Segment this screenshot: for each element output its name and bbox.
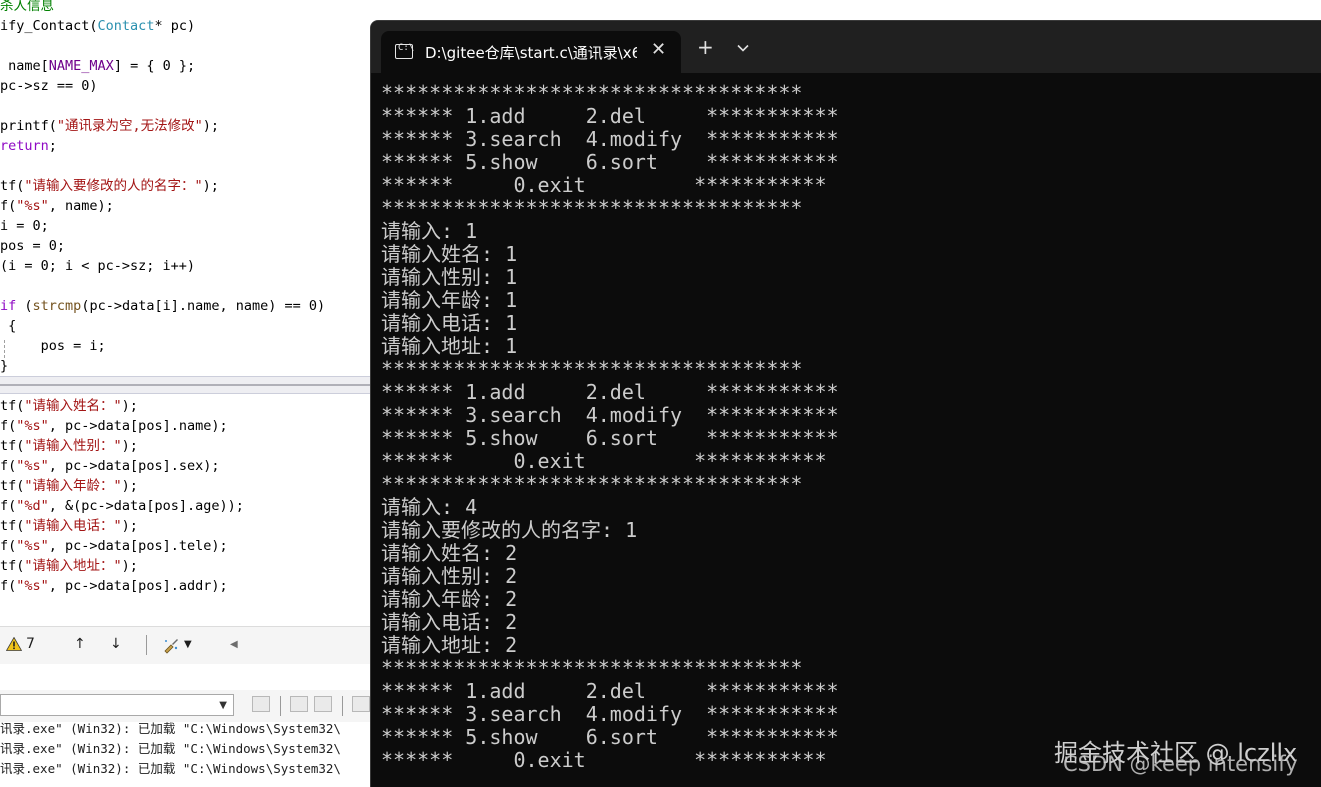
code-line: (i = 0; i < pc->sz; i++) <box>0 258 196 274</box>
terminal-line: ****** 5.show 6.sort *********** <box>381 150 839 174</box>
editor-status-strip: 7 ↑ ↓ ▼ ◀ <box>0 626 372 664</box>
terminal-line: ****** 3.search 4.modify *********** <box>381 127 839 151</box>
chevron-down-icon[interactable]: ▼ <box>184 639 192 650</box>
output-line: 讯录.exe" (Win32): 已加载 "C:\Windows\System3… <box>0 761 341 776</box>
code-line: printf("通讯录为空,无法修改"); <box>0 118 220 134</box>
terminal-line: ****** 3.search 4.modify *********** <box>381 403 839 427</box>
code-line: pc->sz == 0) <box>0 78 98 94</box>
code-cleanup-icon[interactable] <box>162 636 180 654</box>
chevron-down-icon[interactable] <box>737 41 749 55</box>
code-line: f("%s", pc->data[pos].sex); <box>0 458 220 474</box>
tab-title: D:\gitee仓库\start.c\通讯录\x6 <box>425 44 637 62</box>
previous-issue-button[interactable]: ↑ <box>74 636 86 652</box>
code-line: pos = i; <box>0 338 106 354</box>
terminal-line: 请输入年龄: 1 <box>381 288 518 312</box>
output-source-select[interactable]: ▼ <box>0 694 234 716</box>
code-line: tf("请输入性别："); <box>0 438 138 454</box>
code-line: f("%s", name); <box>0 198 114 214</box>
editor-split-bar[interactable] <box>0 376 372 394</box>
chevron-down-icon: ▼ <box>219 700 227 711</box>
terminal-line: ****** 5.show 6.sort *********** <box>381 725 839 749</box>
code-line: return; <box>0 138 57 154</box>
terminal-tab[interactable]: C:\ D:\gitee仓库\start.c\通讯录\x6 ✕ <box>381 31 681 73</box>
terminal-line: ****** 1.add 2.del *********** <box>381 380 839 404</box>
terminal-line: 请输入地址: 2 <box>381 633 518 657</box>
code-line: f("%s", pc->data[pos].tele); <box>0 538 228 554</box>
watermark-csdn: CSDN @keep intensify <box>1063 752 1298 776</box>
output-window[interactable]: 讯录.exe" (Win32): 已加载 "C:\Windows\System3… <box>0 722 372 787</box>
code-line: ify_Contact(Contact* pc) <box>0 18 196 34</box>
code-line: name[NAME_MAX] = { 0 }; <box>0 58 196 74</box>
terminal-line: ****** 3.search 4.modify *********** <box>381 702 839 726</box>
terminal-line: *********************************** <box>381 357 803 381</box>
find-message-icon[interactable] <box>252 696 270 712</box>
scroll-left-icon[interactable]: ◀ <box>230 639 238 650</box>
toolbar-divider <box>342 696 343 716</box>
output-line: 讯录.exe" (Win32): 已加载 "C:\Windows\System3… <box>0 741 341 756</box>
terminal-line: ****** 1.add 2.del *********** <box>381 104 839 128</box>
warning-count[interactable]: 7 <box>26 636 35 652</box>
close-icon[interactable]: ✕ <box>651 39 666 60</box>
code-line: pos = 0; <box>0 238 66 254</box>
code-line: tf("请输入姓名："); <box>0 398 138 414</box>
terminal-tab-strip: C:\ D:\gitee仓库\start.c\通讯录\x6 ✕ + <box>371 21 1321 73</box>
code-line: } <box>0 358 9 374</box>
code-line: f("%s", pc->data[pos].addr); <box>0 578 228 594</box>
terminal-line: 请输入电话: 1 <box>381 311 518 335</box>
code-line: tf("请输入电话："); <box>0 518 138 534</box>
terminal-line: 请输入: 4 <box>381 495 478 519</box>
indent-guide <box>4 340 5 358</box>
output-toolbar: ▼ <box>0 690 372 722</box>
code-editor-bottom-pane[interactable]: tf("请输入姓名："); f("%s", pc->data[pos].name)… <box>0 394 372 624</box>
console-icon-label: C:\ <box>398 43 415 53</box>
terminal-line: ****** 5.show 6.sort *********** <box>381 426 839 450</box>
console-icon: C:\ <box>395 43 415 59</box>
code-line: tf("请输入年龄："); <box>0 478 138 494</box>
code-line: { <box>0 318 17 334</box>
terminal-line: 请输入要修改的人的名字: 1 <box>381 518 638 542</box>
toggle-wrap-icon[interactable] <box>352 696 370 712</box>
code-line: if (strcmp(pc->data[i].name, name) == 0) <box>0 298 326 314</box>
terminal-window[interactable]: C:\ D:\gitee仓库\start.c\通讯录\x6 ✕ + ******… <box>370 20 1321 787</box>
terminal-line: 请输入性别: 2 <box>381 564 518 588</box>
terminal-line: *********************************** <box>381 196 803 220</box>
warning-icon[interactable] <box>6 637 22 651</box>
terminal-line: ****** 1.add 2.del *********** <box>381 679 839 703</box>
output-line: 讯录.exe" (Win32): 已加载 "C:\Windows\System3… <box>0 722 341 736</box>
code-editor[interactable]: 杀人信息 ify_Contact(Contact* pc) name[NAME_M… <box>0 0 372 787</box>
terminal-line: 请输入年龄: 2 <box>381 587 518 611</box>
new-tab-button[interactable]: + <box>697 37 714 57</box>
terminal-output[interactable]: *********************************** *****… <box>371 73 1321 787</box>
next-issue-button[interactable]: ↓ <box>110 636 122 652</box>
word-wrap-icon[interactable] <box>314 696 332 712</box>
terminal-line: 请输入地址: 1 <box>381 334 518 358</box>
terminal-line: ****** 0.exit *********** <box>381 748 827 772</box>
code-line: tf("请输入地址："); <box>0 558 138 574</box>
toolbar-divider <box>280 696 281 716</box>
code-editor-top-pane[interactable]: 杀人信息 ify_Contact(Contact* pc) name[NAME_M… <box>0 0 372 376</box>
terminal-line: 请输入姓名: 2 <box>381 541 518 565</box>
terminal-line: 请输入: 1 <box>381 219 478 243</box>
code-line: 杀人信息 <box>0 0 54 14</box>
terminal-line: 请输入姓名: 1 <box>381 242 518 266</box>
terminal-line: 请输入电话: 2 <box>381 610 518 634</box>
code-line: f("%s", pc->data[pos].name); <box>0 418 228 434</box>
terminal-line: *********************************** <box>381 81 803 105</box>
code-line: tf("请输入要修改的人的名字："); <box>0 178 219 194</box>
terminal-line: ****** 0.exit *********** <box>381 173 827 197</box>
terminal-line: 请输入性别: 1 <box>381 265 518 289</box>
terminal-line: ****** 0.exit *********** <box>381 449 827 473</box>
code-line: i = 0; <box>0 218 49 234</box>
terminal-line: *********************************** <box>381 656 803 680</box>
toolbar-divider <box>146 635 147 655</box>
code-line: f("%d", &(pc->data[pos].age)); <box>0 498 244 514</box>
clear-all-icon[interactable] <box>290 696 308 712</box>
terminal-line: *********************************** <box>381 472 803 496</box>
